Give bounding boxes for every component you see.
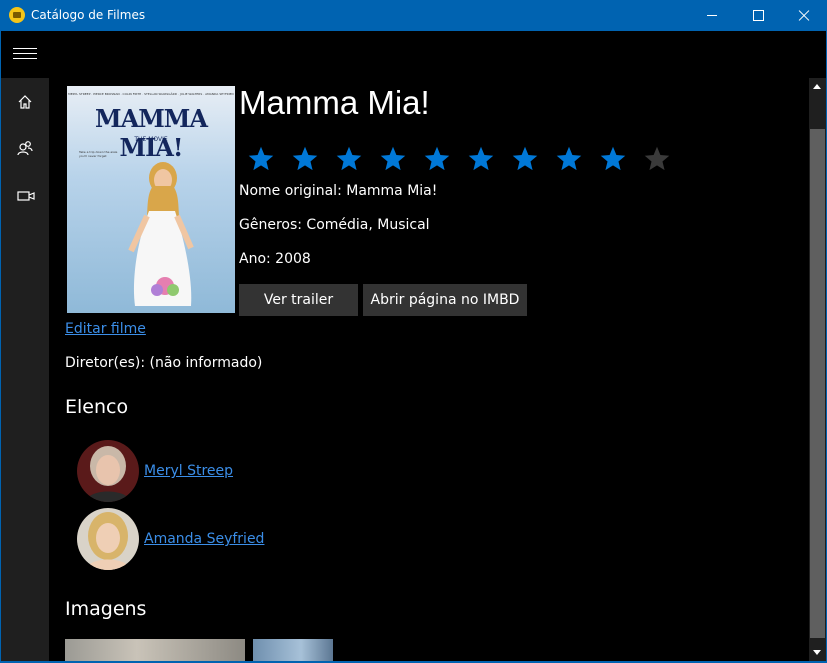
maximize-button[interactable] <box>735 0 781 31</box>
movie-poster: MERYL STREEP · PIERCE BROSNAN · COLIN FI… <box>67 86 235 313</box>
title-bar: Catálogo de Filmes <box>0 0 827 31</box>
star-filled-icon[interactable] <box>555 145 583 173</box>
star-empty-icon[interactable] <box>643 145 671 173</box>
star-filled-icon[interactable] <box>467 145 495 173</box>
nav-home-button[interactable] <box>1 80 49 124</box>
scroll-down-arrow-icon[interactable] <box>813 650 821 655</box>
minimize-button[interactable] <box>689 0 735 31</box>
home-icon <box>18 95 32 109</box>
people-icon <box>17 141 33 156</box>
scroll-thumb[interactable] <box>810 129 825 638</box>
app-icon <box>9 7 25 23</box>
video-icon <box>17 191 35 201</box>
movie-title: Mamma Mia! <box>239 84 430 121</box>
poster-figure <box>128 162 194 306</box>
avatar <box>77 440 139 502</box>
star-filled-icon[interactable] <box>335 145 363 173</box>
original-name: Nome original: Mamma Mia! <box>239 183 438 199</box>
nav-people-button[interactable] <box>1 126 49 170</box>
vertical-scrollbar[interactable] <box>809 78 826 661</box>
star-filled-icon[interactable] <box>291 145 319 173</box>
image-thumbnail[interactable] <box>253 639 333 661</box>
year: Ano: 2008 <box>239 251 311 267</box>
open-imdb-button[interactable]: Abrir página no IMBD <box>363 284 527 316</box>
star-filled-icon[interactable] <box>423 145 451 173</box>
watch-trailer-button[interactable]: Ver trailer <box>239 284 358 316</box>
poster-subtitle: THE MOVIE <box>134 136 168 143</box>
nav-video-button[interactable] <box>1 174 49 218</box>
star-filled-icon[interactable] <box>511 145 539 173</box>
avatar <box>77 508 139 570</box>
scroll-up-arrow-icon[interactable] <box>813 84 821 89</box>
star-filled-icon[interactable] <box>379 145 407 173</box>
cast-member-link[interactable]: Amanda Seyfried <box>144 531 264 547</box>
window-title: Catálogo de Filmes <box>31 8 146 22</box>
director: Diretor(es): (não informado) <box>65 355 263 371</box>
genres: Gêneros: Comédia, Musical <box>239 217 430 233</box>
images-heading: Imagens <box>65 598 147 620</box>
cast-member-link[interactable]: Meryl Streep <box>144 463 233 479</box>
cast-heading: Elenco <box>65 396 129 418</box>
image-thumbnail[interactable] <box>65 639 245 661</box>
nav-pane <box>1 78 49 661</box>
star-filled-icon[interactable] <box>599 145 627 173</box>
close-button[interactable] <box>781 0 827 31</box>
hamburger-icon[interactable] <box>1 31 49 77</box>
star-filled-icon[interactable] <box>247 145 275 173</box>
edit-movie-link[interactable]: Editar filme <box>65 321 146 337</box>
